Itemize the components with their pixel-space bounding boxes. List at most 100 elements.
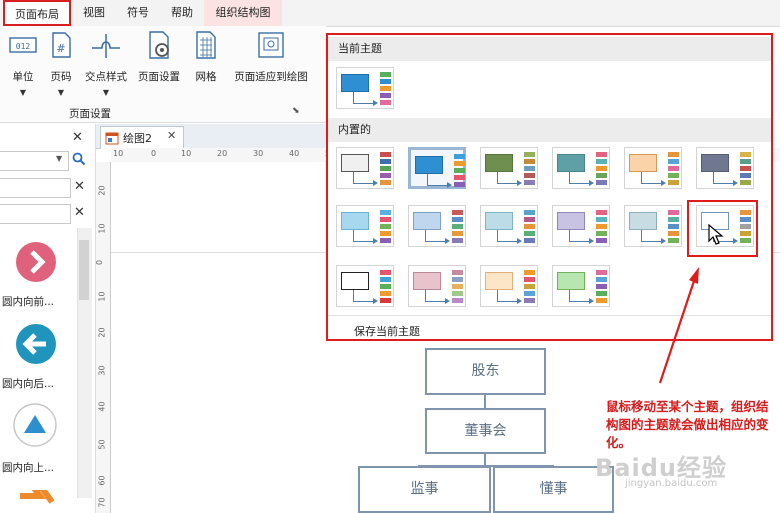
- page-setup-button[interactable]: 页面设置: [134, 30, 184, 112]
- ribbon: 012 单位 ▼ # 页码 ▼ 交点样式 ▼ 页面设置 网格 页面适应到绘图 页…: [0, 26, 326, 123]
- search-icon[interactable]: [72, 152, 86, 166]
- theme-thumbnail[interactable]: [336, 205, 394, 247]
- arrow-left-circle-shape[interactable]: [14, 322, 58, 366]
- theme-thumbnail[interactable]: [552, 205, 610, 247]
- arrow-icon: [373, 298, 378, 304]
- theme-thumbnail[interactable]: [696, 147, 754, 189]
- ruler-tick: 20: [97, 327, 107, 338]
- theme-color-swatch: [380, 238, 391, 243]
- theme-color-swatch: [454, 168, 465, 173]
- theme-color-swatch: [596, 210, 607, 215]
- document-tab[interactable]: 绘图2 ✕: [100, 126, 184, 149]
- grid-label: 网格: [195, 71, 217, 83]
- theme-color-swatch: [524, 231, 535, 236]
- theme-color-swatch: [380, 210, 391, 215]
- ruler-tick: 60: [97, 475, 107, 486]
- theme-shape-preview: [485, 154, 513, 172]
- theme-color-swatch: [380, 86, 391, 91]
- arrow-icon: [373, 238, 378, 244]
- theme-color-swatch: [454, 182, 465, 187]
- arrow-icon: [447, 182, 452, 188]
- dialog-launcher-icon[interactable]: ⬊: [292, 106, 300, 116]
- arrow-icon: [589, 238, 594, 244]
- theme-color-swatch: [596, 291, 607, 296]
- theme-color-swatch: [380, 298, 391, 303]
- theme-thumbnail[interactable]: [624, 205, 682, 247]
- theme-connector-preview: [497, 290, 519, 302]
- theme-thumbnail[interactable]: [624, 147, 682, 189]
- theme-color-swatch: [454, 161, 465, 166]
- ruler-tick: 0: [95, 259, 105, 266]
- close-icon[interactable]: ✕: [167, 129, 176, 142]
- chevron-down-icon[interactable]: ▼: [56, 154, 62, 163]
- close-icon[interactable]: ✕: [72, 130, 83, 145]
- theme-thumbnail[interactable]: [336, 265, 394, 307]
- ruler-tick: 20: [217, 149, 228, 158]
- theme-color-swatch: [380, 291, 391, 296]
- theme-color-swatch: [524, 238, 535, 243]
- theme-thumbnail[interactable]: [408, 265, 466, 307]
- menu-org-chart[interactable]: 组织结构图: [204, 0, 282, 26]
- close-icon[interactable]: ✕: [74, 205, 85, 220]
- library-section-2[interactable]: [0, 204, 71, 224]
- menu-help[interactable]: 帮助: [162, 0, 202, 26]
- theme-shape-preview: [485, 272, 513, 290]
- unit-button[interactable]: 012 单位 ▼: [4, 30, 42, 112]
- page-number-button[interactable]: # 页码 ▼: [46, 30, 76, 112]
- theme-color-swatch: [596, 284, 607, 289]
- theme-color-swatch: [380, 173, 391, 178]
- theme-color-swatch: [452, 270, 463, 275]
- theme-thumbnail[interactable]: [408, 205, 466, 247]
- theme-shape-preview: [629, 154, 657, 172]
- org-node-supervisor[interactable]: 监事: [358, 466, 491, 513]
- theme-connector-preview: [641, 172, 663, 184]
- jump-style-button[interactable]: 交点样式 ▼: [80, 30, 132, 112]
- theme-thumbnail[interactable]: [408, 147, 466, 189]
- annotation-text: 鼠标移动至某个主题，组织结构图的主题就会做出相应的变化。: [606, 399, 769, 450]
- menu-view[interactable]: 视图: [74, 0, 114, 26]
- ruler-tick: 10: [97, 223, 107, 234]
- theme-shape-preview: [557, 272, 585, 290]
- theme-color-swatch: [524, 217, 535, 222]
- menu-page-layout[interactable]: 页面布局: [3, 0, 71, 26]
- theme-color-swatch: [454, 175, 465, 180]
- theme-color-swatch: [452, 284, 463, 289]
- theme-color-swatch: [524, 166, 535, 171]
- theme-thumbnail[interactable]: [480, 205, 538, 247]
- theme-color-swatch: [596, 277, 607, 282]
- arrow-up-circle-shape[interactable]: [12, 402, 58, 448]
- arrow-right-shape[interactable]: [16, 490, 56, 513]
- scrollbar-thumb[interactable]: [79, 240, 89, 300]
- ruler-tick: 40: [289, 149, 300, 158]
- theme-thumbnail[interactable]: [480, 265, 538, 307]
- save-current-theme-button[interactable]: 保存当前主题: [354, 323, 420, 339]
- close-icon[interactable]: ✕: [74, 179, 85, 194]
- arrow-icon: [445, 238, 450, 244]
- fit-page-icon: [258, 32, 284, 58]
- theme-color-swatch: [524, 270, 535, 275]
- theme-color-swatch: [452, 298, 463, 303]
- org-node-shareholders[interactable]: 股东: [425, 348, 546, 395]
- theme-thumbnail[interactable]: [552, 147, 610, 189]
- library-section-1[interactable]: [0, 178, 71, 198]
- current-theme-thumbnail[interactable]: [336, 67, 394, 109]
- theme-color-swatch: [596, 159, 607, 164]
- theme-connector-preview: [713, 172, 735, 184]
- theme-color-swatch: [596, 152, 607, 157]
- org-node-board[interactable]: 董事会: [425, 408, 546, 454]
- theme-thumbnail[interactable]: [480, 147, 538, 189]
- ruler-tick: 10: [97, 291, 107, 302]
- grid-button[interactable]: 网格: [188, 30, 224, 112]
- theme-color-swatch: [524, 298, 535, 303]
- theme-color-swatch: [380, 217, 391, 222]
- arrow-right-circle-shape[interactable]: [14, 240, 58, 284]
- theme-connector-preview: [569, 290, 591, 302]
- theme-thumbnail[interactable]: [336, 147, 394, 189]
- theme-color-swatch: [740, 159, 751, 164]
- theme-thumbnail[interactable]: [552, 265, 610, 307]
- theme-color-swatch: [380, 224, 391, 229]
- page-setup-icon: [149, 31, 169, 59]
- theme-color-swatch: [524, 284, 535, 289]
- menu-symbols[interactable]: 符号: [118, 0, 158, 26]
- fit-page-to-drawing-button[interactable]: 页面适应到绘图: [228, 30, 314, 112]
